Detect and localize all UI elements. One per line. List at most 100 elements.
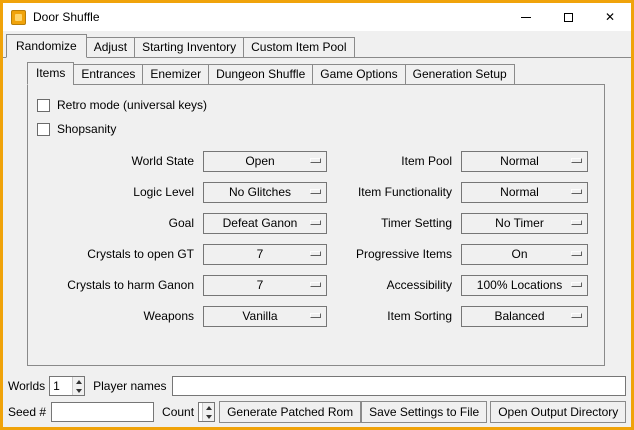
options-grid: World State Open Item Pool Normal Logic … <box>28 150 604 327</box>
option-row: Weapons Vanilla Item Sorting Balanced <box>28 305 604 327</box>
item-pool-label: Item Pool <box>327 154 461 168</box>
logic-level-label: Logic Level <box>28 185 203 199</box>
option-row: Goal Defeat Ganon Timer Setting No Timer <box>28 212 604 234</box>
item-functionality-dropdown[interactable]: Normal <box>461 182 588 203</box>
weapons-label: Weapons <box>28 309 203 323</box>
item-sorting-label: Item Sorting <box>327 309 461 323</box>
goal-dropdown[interactable]: Defeat Ganon <box>203 213 327 234</box>
retro-mode-label: Retro mode (universal keys) <box>57 98 207 112</box>
worlds-label: Worlds <box>8 379 45 393</box>
shopsanity-row: Shopsanity <box>28 117 604 141</box>
option-row: World State Open Item Pool Normal <box>28 150 604 172</box>
maximize-icon <box>564 13 573 22</box>
goal-label: Goal <box>28 216 203 230</box>
accessibility-label: Accessibility <box>327 278 461 292</box>
dropdown-indicator-icon <box>310 313 321 318</box>
player-names-input[interactable] <box>172 376 627 396</box>
open-output-directory-button[interactable]: Open Output Directory <box>490 401 626 423</box>
seed-row: Seed # Count Generate Patched Rom Save S… <box>8 401 626 423</box>
titlebar: Door Shuffle ✕ <box>3 3 631 31</box>
inner-tabbar: Items Entrances Enemizer Dungeon Shuffle… <box>27 62 631 85</box>
item-sorting-dropdown[interactable]: Balanced <box>461 306 588 327</box>
dropdown-indicator-icon <box>571 313 582 318</box>
option-row: Crystals to open GT 7 Progressive Items … <box>28 243 604 265</box>
arrow-down-icon <box>76 389 82 393</box>
timer-setting-dropdown[interactable]: No Timer <box>461 213 588 234</box>
item-pool-dropdown[interactable]: Normal <box>461 151 588 172</box>
worlds-spin-buttons <box>72 377 84 395</box>
tab-randomize[interactable]: Randomize <box>6 34 87 58</box>
tab-starting-inventory[interactable]: Starting Inventory <box>134 37 244 57</box>
crystals-harm-ganon-dropdown[interactable]: 7 <box>203 275 327 296</box>
tab-generation-setup[interactable]: Generation Setup <box>405 64 515 85</box>
weapons-value: Vanilla <box>242 309 287 323</box>
arrow-up-icon <box>76 380 82 384</box>
tab-enemizer[interactable]: Enemizer <box>142 64 209 85</box>
option-row: Crystals to harm Ganon 7 Accessibility 1… <box>28 274 604 296</box>
dropdown-indicator-icon <box>571 282 582 287</box>
minimize-button[interactable] <box>505 3 547 31</box>
window-title: Door Shuffle <box>33 10 100 24</box>
maximize-button[interactable] <box>547 3 589 31</box>
minimize-icon <box>521 17 531 18</box>
worlds-spin-up[interactable] <box>73 377 84 386</box>
outer-tabbar: Randomize Adjust Starting Inventory Cust… <box>3 34 631 58</box>
item-functionality-label: Item Functionality <box>327 185 461 199</box>
seed-label: Seed # <box>8 405 46 419</box>
seed-input[interactable] <box>51 402 154 422</box>
timer-setting-label: Timer Setting <box>327 216 461 230</box>
close-icon: ✕ <box>605 11 615 23</box>
dropdown-indicator-icon <box>571 220 582 225</box>
weapons-dropdown[interactable]: Vanilla <box>203 306 327 327</box>
generate-patched-rom-button[interactable]: Generate Patched Rom <box>219 401 361 423</box>
count-spin-buttons <box>202 403 214 421</box>
progressive-items-value: On <box>511 247 537 261</box>
timer-setting-value: No Timer <box>495 216 554 230</box>
items-tab-panel: Retro mode (universal keys) Shopsanity W… <box>27 84 605 366</box>
tab-dungeon-shuffle[interactable]: Dungeon Shuffle <box>208 64 313 85</box>
progressive-items-dropdown[interactable]: On <box>461 244 588 265</box>
accessibility-value: 100% Locations <box>477 278 572 292</box>
retro-mode-checkbox[interactable] <box>37 99 50 112</box>
dropdown-indicator-icon <box>310 282 321 287</box>
dropdown-indicator-icon <box>571 158 582 163</box>
worlds-spinbox[interactable] <box>49 376 85 396</box>
shopsanity-checkbox[interactable] <box>37 123 50 136</box>
item-functionality-value: Normal <box>500 185 549 199</box>
count-spinbox[interactable] <box>198 402 215 422</box>
dropdown-indicator-icon <box>310 220 321 225</box>
tab-entrances[interactable]: Entrances <box>73 64 143 85</box>
tab-adjust[interactable]: Adjust <box>86 37 135 57</box>
tab-items[interactable]: Items <box>27 62 74 85</box>
door-shuffle-window: Door Shuffle ✕ Randomize Adjust Starting… <box>0 0 634 430</box>
dropdown-indicator-icon <box>310 189 321 194</box>
goal-value: Defeat Ganon <box>223 216 308 230</box>
accessibility-dropdown[interactable]: 100% Locations <box>461 275 588 296</box>
crystals-harm-ganon-value: 7 <box>257 278 274 292</box>
logic-level-dropdown[interactable]: No Glitches <box>203 182 327 203</box>
worlds-row: Worlds Player names <box>8 375 626 397</box>
progressive-items-label: Progressive Items <box>327 247 461 261</box>
retro-mode-row: Retro mode (universal keys) <box>28 93 604 117</box>
logic-level-value: No Glitches <box>229 185 301 199</box>
world-state-dropdown[interactable]: Open <box>203 151 327 172</box>
dropdown-indicator-icon <box>310 158 321 163</box>
app-icon <box>11 10 26 25</box>
arrow-up-icon <box>206 406 212 410</box>
worlds-spin-down[interactable] <box>73 386 84 395</box>
item-sorting-value: Balanced <box>494 309 554 323</box>
world-state-value: Open <box>245 154 284 168</box>
tab-custom-item-pool[interactable]: Custom Item Pool <box>243 37 354 57</box>
crystals-open-gt-value: 7 <box>257 247 274 261</box>
close-button[interactable]: ✕ <box>589 3 631 31</box>
shopsanity-label: Shopsanity <box>57 122 116 136</box>
count-spin-down[interactable] <box>203 412 214 421</box>
count-spin-up[interactable] <box>203 403 214 412</box>
crystals-open-gt-dropdown[interactable]: 7 <box>203 244 327 265</box>
dropdown-indicator-icon <box>571 251 582 256</box>
save-settings-button[interactable]: Save Settings to File <box>361 401 487 423</box>
tab-game-options[interactable]: Game Options <box>312 64 405 85</box>
crystals-harm-ganon-label: Crystals to harm Ganon <box>28 278 203 292</box>
worlds-input[interactable] <box>50 377 72 395</box>
option-row: Logic Level No Glitches Item Functionali… <box>28 181 604 203</box>
